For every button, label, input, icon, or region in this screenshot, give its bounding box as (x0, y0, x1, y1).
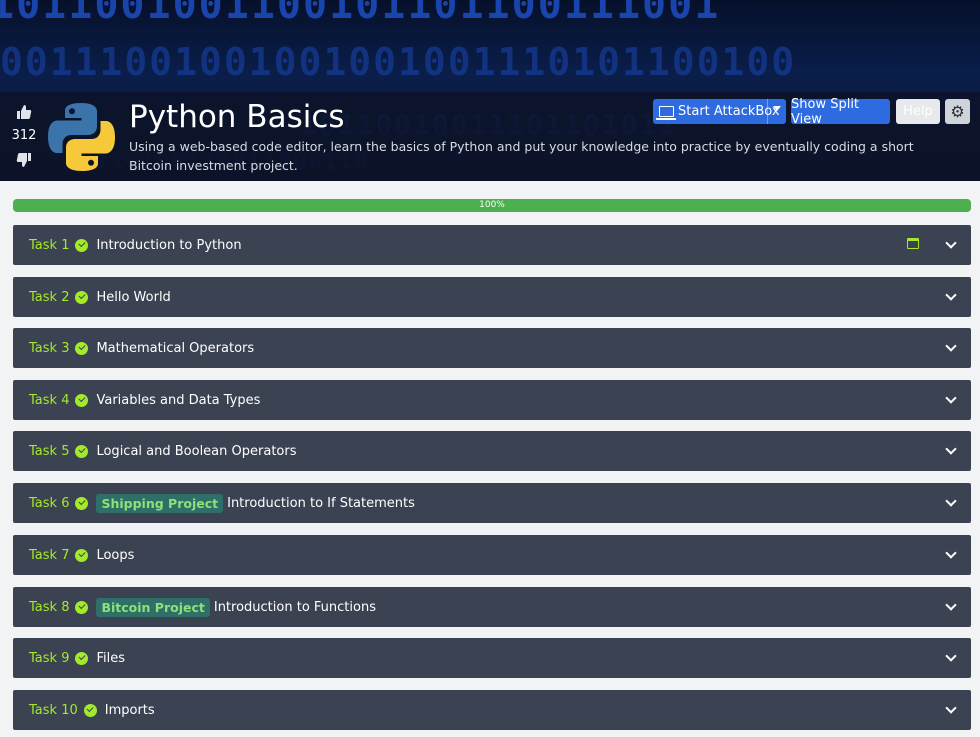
chevron-down-icon[interactable] (945, 392, 957, 404)
start-attackbox-button[interactable]: Start AttackBox (653, 99, 786, 124)
task-item[interactable]: Task 3 Mathematical Operators (13, 328, 971, 368)
task-item[interactable]: Task 1 Introduction to Python (13, 225, 971, 265)
like-count: 312 (11, 128, 37, 143)
check-circle-icon (75, 600, 89, 614)
start-attackbox-label: Start AttackBox (678, 104, 780, 119)
check-circle-icon (75, 290, 89, 304)
check-circle-icon (75, 496, 89, 510)
task-item[interactable]: Task 6 Shipping Project Introduction to … (13, 483, 971, 523)
task-title: Imports (104, 702, 155, 718)
task-number: Task 9 (29, 650, 70, 666)
thumbs-up-icon[interactable] (8, 104, 40, 125)
task-number: Task 10 (29, 702, 78, 718)
binary-background-line: 1011001001100101101100111001 (0, 0, 721, 28)
chevron-down-icon[interactable] (945, 495, 957, 507)
task-number: Task 4 (29, 392, 70, 408)
calendar-icon[interactable] (907, 238, 919, 249)
task-item[interactable]: Task 7 Loops (13, 535, 971, 575)
task-title: Logical and Boolean Operators (96, 443, 297, 459)
task-item[interactable]: Task 4 Variables and Data Types (13, 380, 971, 420)
check-circle-icon (75, 238, 89, 252)
check-circle-icon (83, 703, 97, 717)
task-item[interactable]: Task 10 Imports (13, 690, 971, 730)
task-item[interactable]: Task 9 Files (13, 638, 971, 678)
task-title: Files (96, 650, 125, 666)
task-item[interactable]: Task 2 Hello World (13, 277, 971, 317)
help-button[interactable]: Help (896, 99, 940, 124)
caret-down-icon[interactable] (773, 106, 781, 111)
gear-icon: ⚙ (950, 102, 965, 121)
task-number: Task 8 (29, 599, 70, 615)
room-description: Using a web-based code editor, learn the… (129, 139, 914, 173)
python-logo-icon (48, 103, 115, 171)
task-title: Variables and Data Types (96, 392, 261, 408)
check-circle-icon (75, 444, 89, 458)
chevron-down-icon[interactable] (945, 237, 957, 249)
progress-label: 100% (479, 200, 505, 210)
project-tag: Bitcoin Project (96, 597, 210, 617)
room-title: Python Basics (129, 99, 345, 135)
task-number: Task 7 (29, 547, 70, 563)
chevron-down-icon[interactable] (945, 289, 957, 301)
project-tag: Shipping Project (96, 493, 224, 513)
check-circle-icon (75, 341, 89, 355)
task-title: Introduction to Python (96, 237, 242, 253)
room-progress-bar: 100% (13, 199, 971, 212)
check-circle-icon (75, 548, 89, 562)
task-item[interactable]: Task 5 Logical and Boolean Operators (13, 431, 971, 471)
chevron-down-icon[interactable] (945, 443, 957, 455)
thumbs-down-icon[interactable] (8, 147, 40, 168)
chevron-down-icon[interactable] (945, 702, 957, 714)
task-title: Loops (96, 547, 135, 563)
chevron-down-icon[interactable] (945, 547, 957, 559)
task-number: Task 5 (29, 443, 70, 459)
check-circle-icon (75, 651, 89, 665)
task-item[interactable]: Task 8 Bitcoin Project Introduction to F… (13, 587, 971, 627)
task-title: Hello World (96, 289, 171, 305)
task-title: Introduction to If Statements (227, 495, 415, 511)
settings-button[interactable]: ⚙ (945, 99, 970, 124)
room-header: 1011001001100101101100111001 00111001001… (0, 0, 980, 181)
chevron-down-icon[interactable] (945, 599, 957, 611)
task-title: Mathematical Operators (96, 340, 255, 356)
task-number: Task 3 (29, 340, 70, 356)
chevron-down-icon[interactable] (945, 650, 957, 662)
vote-widget: 312 (8, 104, 40, 168)
show-split-view-button[interactable]: Show Split View (791, 97, 890, 127)
binary-background-line: 00111001001001001001110101100100 (0, 40, 797, 84)
task-title: Introduction to Functions (213, 599, 376, 615)
task-number: Task 2 (29, 289, 70, 305)
check-circle-icon (75, 393, 89, 407)
chevron-down-icon[interactable] (945, 340, 957, 352)
task-number: Task 1 (29, 237, 70, 253)
laptop-icon (656, 106, 676, 120)
task-number: Task 6 (29, 495, 70, 511)
